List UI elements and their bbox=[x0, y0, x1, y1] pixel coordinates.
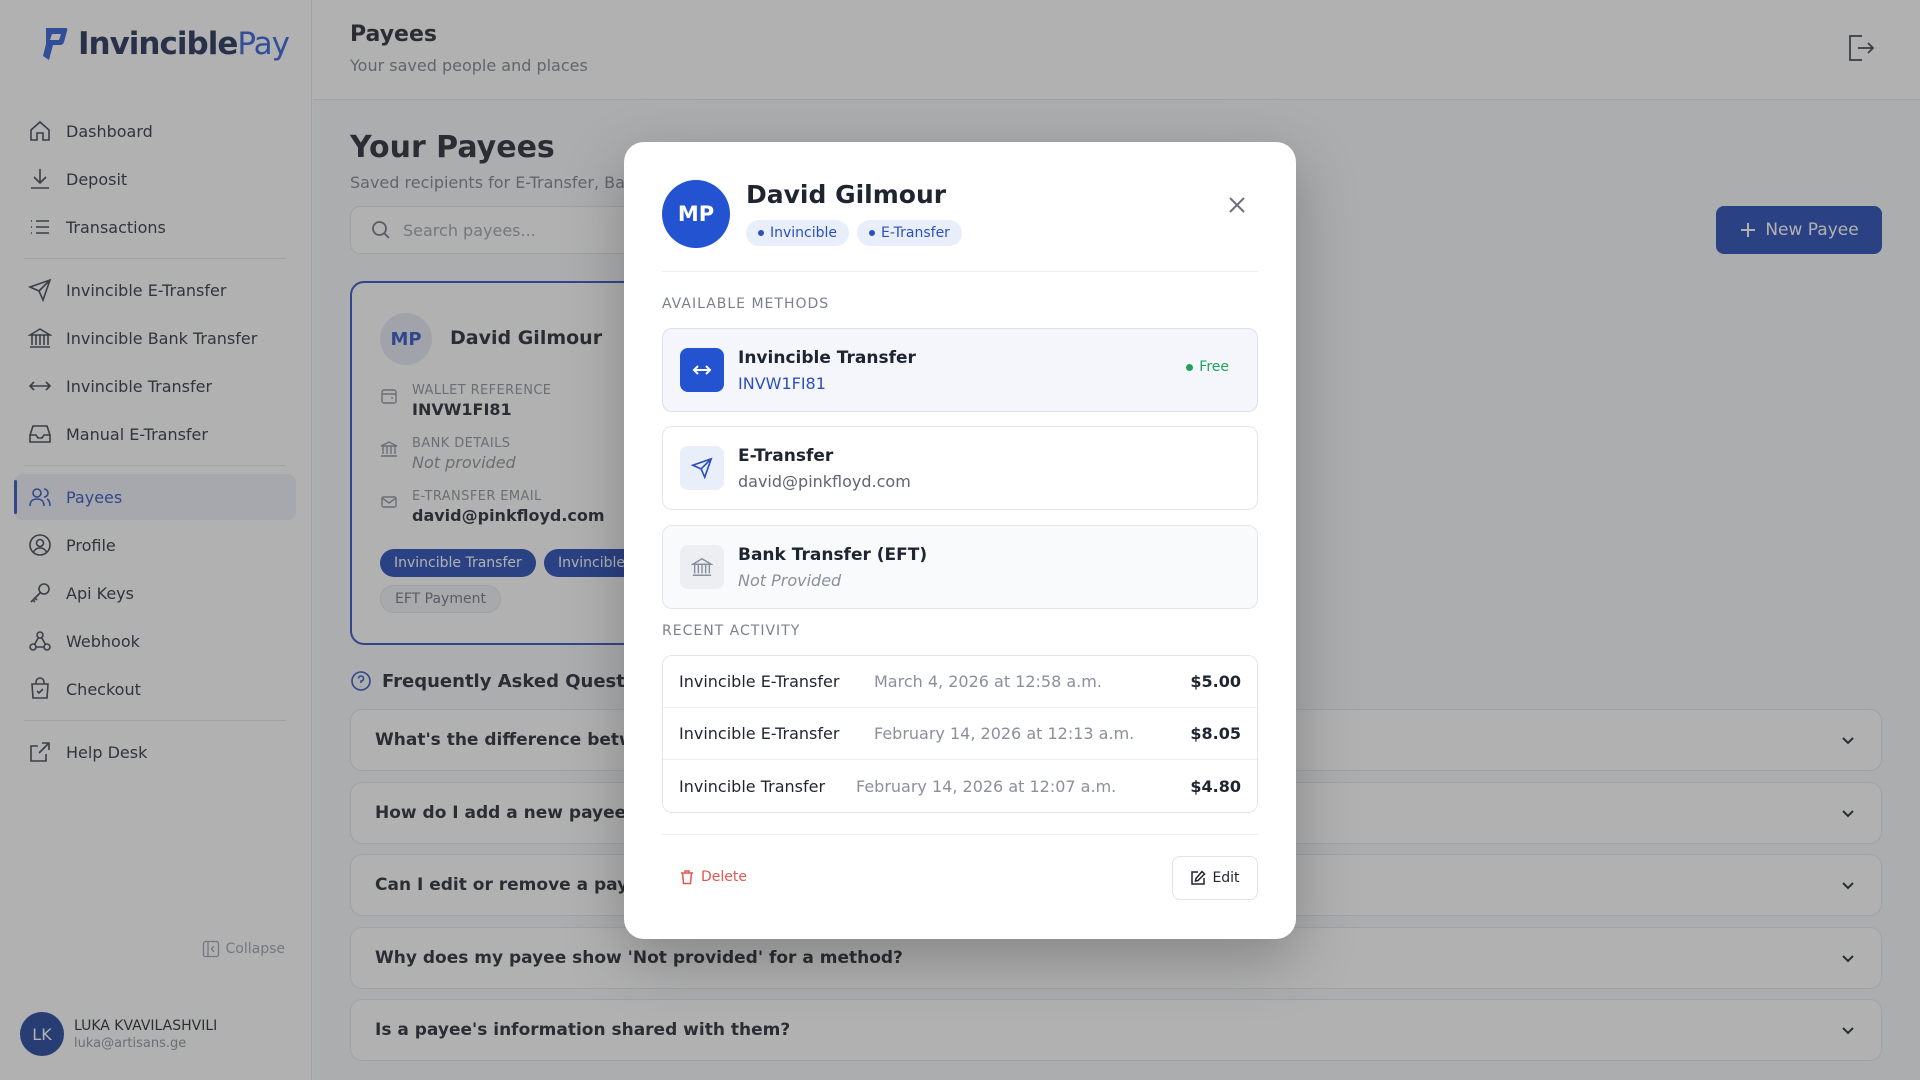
recent-activity-list: Invincible E-Transfer March 4, 2026 at 1… bbox=[662, 655, 1258, 813]
activity-amount: $4.80 bbox=[1190, 776, 1241, 796]
activity-row[interactable]: Invincible Transfer February 14, 2026 at… bbox=[663, 760, 1257, 812]
divider bbox=[662, 271, 1258, 272]
delete-label: Delete bbox=[701, 869, 747, 885]
arrows-horizontal-icon bbox=[692, 365, 712, 375]
method-title: E-Transfer bbox=[738, 445, 834, 466]
activity-type: Invincible Transfer bbox=[679, 776, 826, 796]
tag-badge: Invincible bbox=[746, 220, 850, 246]
delete-button[interactable]: Delete bbox=[679, 869, 747, 885]
activity-amount: $5.00 bbox=[1190, 672, 1241, 691]
method-bank-transfer: Bank Transfer (EFT) Not Provided bbox=[662, 525, 1258, 609]
trash-icon bbox=[681, 870, 693, 885]
activity-date: February 14, 2026 at 12:13 a.m. bbox=[874, 724, 1135, 743]
send-icon bbox=[691, 457, 713, 479]
tag-label: E-Transfer bbox=[881, 225, 950, 241]
tag-badge: E-Transfer bbox=[857, 220, 962, 246]
modal-payee-name: David Gilmour bbox=[746, 180, 947, 209]
close-icon[interactable] bbox=[1226, 194, 1248, 216]
method-title: Bank Transfer (EFT) bbox=[738, 544, 928, 565]
activity-type: Invincible E-Transfer bbox=[679, 724, 840, 743]
divider bbox=[662, 834, 1258, 835]
activity-date: March 4, 2026 at 12:58 a.m. bbox=[874, 672, 1102, 691]
activity-heading: RECENT ACTIVITY bbox=[662, 623, 801, 639]
tag-label: Invincible bbox=[770, 225, 838, 241]
edit-label: Edit bbox=[1212, 870, 1240, 886]
method-detail: INVW1FI81 bbox=[738, 373, 826, 393]
method-invincible-transfer[interactable]: Invincible Transfer INVW1FI81 Free bbox=[662, 328, 1258, 412]
activity-row[interactable]: Invincible E-Transfer March 4, 2026 at 1… bbox=[663, 656, 1257, 708]
avatar: MP bbox=[662, 180, 730, 248]
method-title: Invincible Transfer bbox=[738, 347, 916, 368]
method-detail: david@pinkfloyd.com bbox=[738, 471, 911, 491]
activity-date: February 14, 2026 at 12:07 a.m. bbox=[856, 776, 1117, 796]
payee-detail-modal: MP David Gilmour Invincible E-Transfer A… bbox=[624, 142, 1296, 939]
activity-amount: $8.05 bbox=[1190, 724, 1241, 743]
methods-heading: AVAILABLE METHODS bbox=[662, 296, 830, 312]
method-e-transfer[interactable]: E-Transfer david@pinkfloyd.com bbox=[662, 426, 1258, 510]
method-detail: Not Provided bbox=[738, 570, 842, 590]
edit-icon bbox=[1191, 870, 1206, 885]
free-label: Free bbox=[1199, 359, 1229, 375]
free-badge: Free bbox=[1186, 359, 1229, 375]
payee-tags: Invincible E-Transfer bbox=[746, 220, 962, 246]
activity-row[interactable]: Invincible E-Transfer February 14, 2026 … bbox=[663, 708, 1257, 760]
edit-button[interactable]: Edit bbox=[1172, 856, 1258, 900]
activity-type: Invincible E-Transfer bbox=[679, 672, 840, 691]
bank-icon bbox=[691, 557, 713, 576]
